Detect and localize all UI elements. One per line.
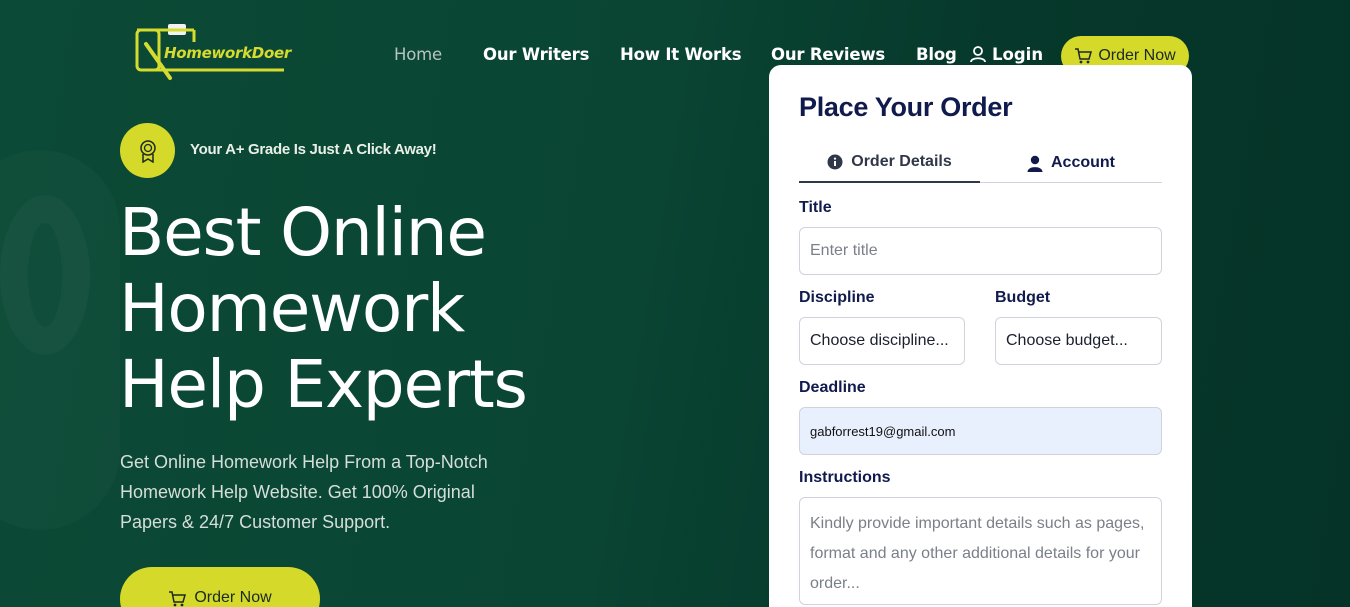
tab-account[interactable]: Account — [980, 143, 1162, 183]
budget-select[interactable]: Choose budget... — [995, 317, 1162, 365]
logo-text: HomeworkDoer — [164, 44, 291, 62]
instructions-textarea[interactable]: Kindly provide important details such as… — [799, 497, 1162, 605]
nav-blog[interactable]: Blog — [916, 45, 957, 64]
info-icon — [827, 154, 843, 170]
badge-circle — [120, 123, 175, 178]
title-field-label: Title — [799, 199, 832, 216]
deadline-input[interactable]: gabforrest19@gmail.com — [799, 407, 1162, 455]
hero-title-line-2: Homework — [119, 270, 465, 347]
hero-description: Get Online Homework Help From a Top-Notc… — [120, 452, 488, 532]
site-logo[interactable]: HomeworkDoer — [134, 24, 294, 86]
hero-title: Best Online Homework Help Experts — [119, 195, 679, 423]
nav-our-reviews[interactable]: Our Reviews — [771, 45, 885, 64]
nav-how-it-works[interactable]: How It Works — [620, 45, 742, 64]
tab-account-label: Account — [1051, 154, 1115, 171]
login-label: Login — [992, 45, 1044, 64]
order-form-card: Place Your Order Order Details Account T… — [769, 65, 1192, 607]
badge-text: Your A+ Grade Is Just A Click Away! — [190, 141, 437, 158]
order-form-tabs: Order Details Account — [799, 143, 1162, 183]
cart-icon — [169, 591, 187, 607]
nav-home[interactable]: Home — [394, 45, 442, 64]
order-form-title: Place Your Order — [799, 92, 1013, 122]
award-icon — [139, 139, 156, 163]
user-icon — [970, 46, 986, 63]
budget-field-label: Budget — [995, 289, 1051, 306]
instructions-field-label: Instructions — [799, 469, 891, 486]
discipline-select[interactable]: Choose discipline... — [799, 317, 965, 365]
tab-order-details-label: Order Details — [851, 153, 952, 170]
cart-icon — [1075, 48, 1093, 64]
title-input[interactable]: Enter title — [799, 227, 1162, 275]
order-now-label: Order Now — [1098, 47, 1176, 64]
hero-title-line-3: Help Experts — [119, 346, 528, 423]
deadline-field-label: Deadline — [799, 379, 866, 396]
tab-order-details[interactable]: Order Details — [799, 143, 980, 183]
hero-title-line-1: Best Online — [119, 194, 487, 271]
user-icon — [1027, 155, 1043, 172]
order-now-hero-button[interactable]: Order Now — [120, 567, 320, 607]
background-decoration-ring — [0, 195, 90, 355]
login-link[interactable]: Login — [970, 45, 1043, 64]
order-now-hero-label: Order Now — [194, 589, 272, 606]
discipline-field-label: Discipline — [799, 289, 875, 306]
nav-our-writers[interactable]: Our Writers — [483, 45, 589, 64]
